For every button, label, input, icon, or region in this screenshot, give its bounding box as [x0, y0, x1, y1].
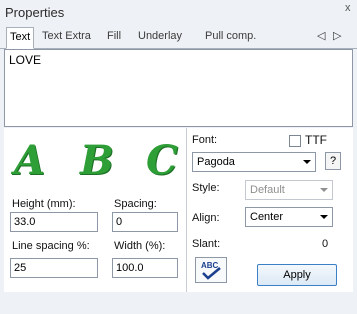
- style-select-value: Default: [250, 184, 285, 196]
- chevron-down-icon: [320, 188, 328, 192]
- line-spacing-label: Line spacing %:: [12, 240, 90, 252]
- spacing-label: Spacing:: [114, 198, 157, 210]
- window-title: Properties: [5, 5, 65, 20]
- ttf-checkbox[interactable]: [289, 135, 301, 147]
- font-help-button[interactable]: ?: [325, 152, 341, 170]
- chevron-down-icon: [320, 215, 328, 219]
- tab-scroll-right-icon[interactable]: ▷: [333, 29, 341, 42]
- spellcheck-button[interactable]: ABC: [195, 257, 227, 283]
- tab-pull-comp[interactable]: Pull comp.: [205, 30, 256, 42]
- font-label: Font:: [192, 134, 218, 146]
- align-select-value: Center: [250, 211, 284, 223]
- tab-text[interactable]: Text: [6, 27, 35, 49]
- svg-text:ABC: ABC: [201, 261, 219, 270]
- align-select[interactable]: Center: [245, 207, 333, 227]
- text-input-area[interactable]: LOVE: [4, 49, 353, 127]
- spacing-field[interactable]: 0: [112, 212, 178, 232]
- title-bar: Properties x: [0, 0, 357, 26]
- line-spacing-field[interactable]: 25: [10, 258, 98, 278]
- apply-button[interactable]: Apply: [257, 264, 337, 286]
- tab-strip: Text Text Extra Fill Underlay Pull comp.…: [0, 27, 357, 49]
- width-field[interactable]: 100.0: [112, 258, 178, 278]
- tab-underlay[interactable]: Underlay: [138, 30, 182, 42]
- ttf-label: TTF: [305, 133, 327, 147]
- font-preview-letter: B: [80, 137, 114, 184]
- slant-value[interactable]: 0: [322, 238, 328, 250]
- height-field[interactable]: 33.0: [10, 212, 98, 232]
- style-select: Default: [245, 180, 333, 200]
- font-preview-letter: A: [14, 137, 46, 184]
- tab-scroll-left-icon[interactable]: ◁: [317, 29, 325, 42]
- align-label: Align:: [192, 212, 220, 224]
- style-label: Style:: [192, 182, 220, 194]
- width-label: Width (%):: [114, 240, 166, 252]
- abc-spellcheck-icon: ABC: [201, 261, 221, 280]
- font-select[interactable]: Pagoda: [192, 152, 316, 172]
- close-icon[interactable]: x: [345, 2, 351, 14]
- tab-fill[interactable]: Fill: [107, 30, 121, 42]
- height-label: Height (mm):: [12, 198, 76, 210]
- font-select-value: Pagoda: [197, 156, 235, 168]
- tab-text-extra[interactable]: Text Extra: [42, 30, 91, 42]
- font-preview-letter: C: [146, 137, 178, 184]
- slant-label: Slant:: [192, 238, 221, 250]
- chevron-down-icon: [303, 160, 311, 164]
- panel-divider: [186, 128, 187, 292]
